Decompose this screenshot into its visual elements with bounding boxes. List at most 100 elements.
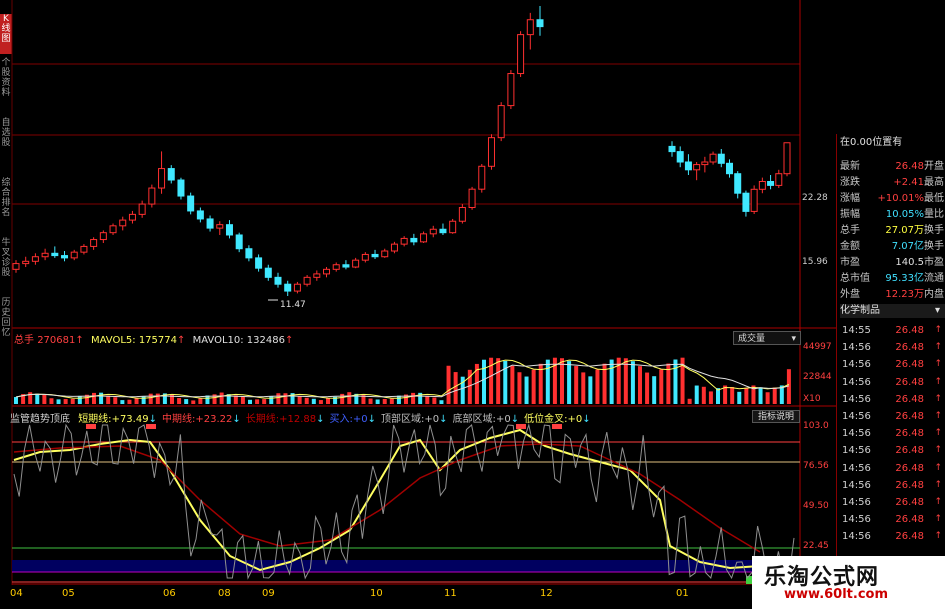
indicator-item-value: +0 [495, 414, 511, 425]
volume-bar [389, 398, 394, 404]
candle-body [536, 19, 544, 28]
tick-time: 14:56 [842, 531, 871, 543]
industry-label[interactable]: 化学制品 ▾ [840, 304, 945, 318]
volume-bar [545, 359, 550, 404]
candle-body [255, 257, 263, 269]
candle-body [381, 250, 389, 258]
volume-bar [248, 399, 252, 404]
indicator-help-button[interactable]: 指标说明 [752, 410, 800, 423]
indicator-item-5: 底部区域:+0↓ [453, 414, 520, 425]
volume-bar [567, 361, 572, 404]
volume-bar [510, 365, 515, 404]
tick-price: 26.48 [895, 531, 924, 543]
indicator-item-value: +0 [352, 414, 368, 425]
arrow-down-icon: ↓ [510, 414, 520, 425]
indicator-item-value: +73.49 [111, 414, 149, 425]
candle-body [497, 105, 505, 139]
volume-bar [659, 369, 664, 404]
short-term-line [13, 428, 761, 572]
candle-body [313, 273, 321, 278]
indicator-item-0: 短期线:+73.49↓ [78, 414, 157, 425]
indicator-item-value: +23.22 [195, 414, 233, 425]
candle-body [701, 161, 709, 166]
volume-bar [581, 372, 586, 404]
long-term-line [13, 423, 795, 580]
candle-body [420, 233, 428, 243]
tick-price: 26.48 [895, 342, 924, 354]
volume-bar [439, 400, 444, 404]
quote-header: 在0.00位置有 [840, 137, 903, 148]
candle-body [478, 165, 486, 190]
indicator-item-6: 低位金叉:+0↓ [524, 414, 591, 425]
volume-bar [304, 397, 309, 404]
tick-time: 14:56 [842, 479, 871, 491]
tick-time: 14:56 [842, 428, 871, 440]
tick-time: 14:56 [842, 514, 871, 526]
quote-row: 市盈 140.5 市盈 [840, 256, 945, 270]
candle-body [526, 19, 534, 36]
candle-body [332, 264, 340, 270]
arrow-down-icon: ↓ [316, 414, 325, 425]
tick-time: 14:56 [842, 445, 871, 457]
volume-bar [49, 398, 54, 404]
quote-label: 涨跌 [840, 177, 860, 188]
tick-row: 14:55 26.48 ↑ [840, 322, 945, 339]
tick-row: 14:56 26.48 ↑ [840, 528, 945, 545]
indicator-item-3: 买入:+0↓ [330, 414, 377, 425]
quote-label: 市盈 [840, 257, 860, 268]
quote-panel: 在0.00位置有 最新 26.48 开盘 涨跌 +2.41 最高 涨幅 +10.01% 最低 振幅… [836, 134, 945, 609]
low-price-label: 11.47 [280, 300, 306, 310]
volume-info-line: 总手 270681↑ MAVOL5: 175774↑ MAVOL10: 1324… [14, 335, 294, 346]
arrow-down-icon: ↓ [582, 414, 591, 425]
volume-bar [645, 372, 650, 404]
quote-right-label: 量比 [924, 209, 944, 220]
volume-bar [77, 395, 82, 404]
volume-bar [127, 399, 132, 404]
volume-bar [269, 396, 274, 404]
volume-bar [368, 398, 373, 404]
industry-name: 化学制品 [840, 305, 880, 316]
volume-bar [411, 392, 416, 404]
tick-time: 14:56 [842, 376, 871, 388]
candle-body [245, 248, 253, 259]
indicator-item-label: 短期线: [78, 414, 112, 425]
tick-price: 26.48 [895, 462, 924, 474]
volume-bar [120, 400, 125, 404]
candle-body [742, 192, 750, 212]
candle-body [284, 283, 292, 292]
candle-body [352, 259, 360, 268]
volume-bar [106, 395, 111, 404]
volume-bar [134, 397, 139, 404]
volume-indicator-dropdown[interactable]: 成交量 ▾ [733, 331, 801, 345]
price-axis-label: 15.96 [802, 257, 828, 267]
candle-body [717, 153, 725, 164]
candle-body [235, 234, 243, 250]
volume-bar [630, 361, 635, 404]
candle-body [410, 237, 418, 243]
indicator-axis-label: 49.50 [803, 501, 829, 511]
watermark-url: www.60lt.com [784, 587, 889, 602]
candle-body [734, 173, 742, 194]
volume-dropdown-label: 成交量 [738, 334, 766, 344]
volume-bar [347, 392, 352, 404]
candle-body [400, 237, 408, 245]
chart-area[interactable] [0, 0, 836, 585]
volume-bar [623, 358, 628, 404]
tick-time: 14:56 [842, 342, 871, 354]
quote-value: +2.41 [893, 177, 924, 188]
volume-bar [70, 398, 75, 404]
candle-body [90, 239, 98, 247]
tick-price: 26.48 [895, 376, 924, 388]
candle-body [323, 268, 331, 275]
tick-price: 26.48 [895, 428, 924, 440]
volume-bar [708, 391, 713, 404]
quote-label: 最新 [840, 161, 860, 172]
volume-bar [730, 387, 735, 404]
volume-bar [311, 398, 316, 404]
tick-row: 14:56 26.48 ↑ [840, 339, 945, 356]
quote-right-label: 最低 [924, 193, 944, 204]
quote-value: 140.5 [895, 257, 924, 268]
volume-bar [531, 369, 536, 404]
volume-axis-label: X10 [803, 394, 821, 404]
candle-body [293, 283, 301, 292]
